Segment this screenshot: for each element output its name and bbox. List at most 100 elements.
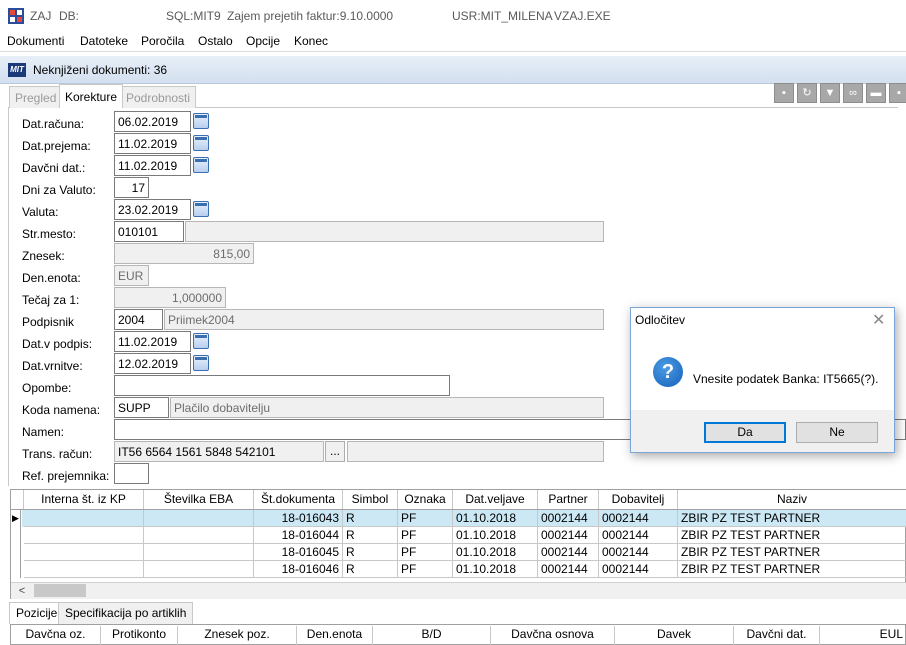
cell-stevilka-eba[interactable] xyxy=(144,544,254,561)
bcol-davcna-osnova[interactable]: Davčna osnova xyxy=(491,626,615,645)
dat-v-podpis-input[interactable]: 11.02.2019 xyxy=(114,331,191,352)
col-dobavitelj[interactable]: Dobavitelj xyxy=(599,490,678,509)
close-icon[interactable]: ✕ xyxy=(872,310,885,330)
menu-ostalo[interactable]: Ostalo xyxy=(198,34,233,48)
col-stevilka-eba[interactable]: Številka EBA xyxy=(144,490,254,509)
cell-interna-st[interactable] xyxy=(24,527,144,544)
cell-partner[interactable]: 0002144 xyxy=(538,544,599,561)
cell-oznaka[interactable]: PF xyxy=(398,544,453,561)
calendar-icon[interactable] xyxy=(193,201,209,217)
bcol-protikonto[interactable]: Protikonto xyxy=(101,626,178,645)
cell-simbol[interactable]: R xyxy=(343,527,398,544)
trans-racun-lookup-button[interactable]: ... xyxy=(325,441,345,462)
koda-namena-input[interactable]: SUPP xyxy=(114,397,169,418)
cell-partner[interactable]: 0002144 xyxy=(538,561,599,578)
document-title: Neknjiženi dokumenti: 36 xyxy=(33,63,168,77)
app-icon[interactable] xyxy=(8,8,24,24)
bcol-davcna-oz[interactable]: Davčna oz. xyxy=(11,626,101,645)
col-interna-st[interactable]: Interna št. iz KP xyxy=(24,490,144,509)
filter-icon[interactable]: ▼ xyxy=(820,83,840,103)
tab-podrobnosti[interactable]: Podrobnosti xyxy=(120,86,197,108)
cell-st-dokumenta[interactable]: 18-016046 xyxy=(254,561,343,578)
menu-datoteke[interactable]: Datoteke xyxy=(80,34,128,48)
cell-oznaka[interactable]: PF xyxy=(398,561,453,578)
tab-korekture[interactable]: Korekture xyxy=(59,84,124,108)
cell-stevilka-eba[interactable] xyxy=(144,510,254,527)
scroll-left-arrow-icon[interactable]: < xyxy=(14,584,30,598)
cell-st-dokumenta[interactable]: 18-016044 xyxy=(254,527,343,544)
menu-dokumenti[interactable]: Dokumenti xyxy=(7,34,64,48)
save-icon[interactable]: ▪ xyxy=(774,83,794,103)
dat-racuna-input[interactable]: 06.02.2019 xyxy=(114,111,191,132)
cell-dobavitelj[interactable]: 0002144 xyxy=(599,561,678,578)
tab-specifikacija[interactable]: Specifikacija po artiklih xyxy=(58,602,194,624)
cell-interna-st[interactable] xyxy=(24,561,144,578)
calendar-icon[interactable] xyxy=(193,333,209,349)
cell-naziv[interactable]: ZBIR PZ TEST PARTNER xyxy=(678,544,906,561)
cell-dat-veljave[interactable]: 01.10.2018 xyxy=(453,544,538,561)
menu-konec[interactable]: Konec xyxy=(294,34,328,48)
calendar-icon[interactable] xyxy=(193,113,209,129)
link-icon[interactable]: ∞ xyxy=(843,83,863,103)
tab-pozicije[interactable]: Pozicije xyxy=(9,602,65,624)
cell-interna-st[interactable] xyxy=(24,510,144,527)
col-partner[interactable]: Partner xyxy=(538,490,599,509)
cell-naziv[interactable]: ZBIR PZ TEST PARTNER xyxy=(678,527,906,544)
calendar-icon[interactable] xyxy=(193,355,209,371)
print-icon[interactable]: ▪ xyxy=(889,83,906,103)
cell-st-dokumenta[interactable]: 18-016043 xyxy=(254,510,343,527)
no-button[interactable]: Ne xyxy=(796,422,878,443)
str-mesto-input[interactable]: 010101 xyxy=(114,221,184,242)
cell-naziv[interactable]: ZBIR PZ TEST PARTNER xyxy=(678,561,906,578)
bcol-davek[interactable]: Davek xyxy=(615,626,734,645)
cell-stevilka-eba[interactable] xyxy=(144,527,254,544)
bcol-bd[interactable]: B/D xyxy=(373,626,491,645)
col-naziv[interactable]: Naziv xyxy=(678,490,906,509)
scroll-thumb[interactable] xyxy=(34,584,86,597)
cell-simbol[interactable]: R xyxy=(343,510,398,527)
cell-dobavitelj[interactable]: 0002144 xyxy=(599,527,678,544)
book-icon[interactable]: ▬ xyxy=(866,83,886,103)
cell-dobavitelj[interactable]: 0002144 xyxy=(599,544,678,561)
tab-pregled[interactable]: Pregled xyxy=(9,86,63,108)
ref-prejemnika-input[interactable] xyxy=(114,463,149,484)
cell-naziv[interactable]: ZBIR PZ TEST PARTNER xyxy=(678,510,906,527)
calendar-icon[interactable] xyxy=(193,157,209,173)
opombe-input[interactable] xyxy=(114,375,450,396)
bcol-den-enota[interactable]: Den.enota xyxy=(297,626,373,645)
valuta-input[interactable]: 23.02.2019 xyxy=(114,199,191,220)
cell-dat-veljave[interactable]: 01.10.2018 xyxy=(453,510,538,527)
cell-dat-veljave[interactable]: 01.10.2018 xyxy=(453,527,538,544)
horizontal-scrollbar[interactable] xyxy=(11,582,906,599)
dat-prejema-input[interactable]: 11.02.2019 xyxy=(114,133,191,154)
cell-stevilka-eba[interactable] xyxy=(144,561,254,578)
bcol-davcni-dat[interactable]: Davčni dat. xyxy=(734,626,820,645)
dni-za-valuto-input[interactable]: 17 xyxy=(114,177,149,198)
dat-vrnitve-input[interactable]: 12.02.2019 xyxy=(114,353,191,374)
col-simbol[interactable]: Simbol xyxy=(343,490,398,509)
cell-simbol[interactable]: R xyxy=(343,544,398,561)
col-dat-veljave[interactable]: Dat.veljave xyxy=(453,490,538,509)
col-st-dokumenta[interactable]: Št.dokumenta xyxy=(254,490,343,509)
calendar-icon[interactable] xyxy=(193,135,209,151)
bcol-znesek-poz[interactable]: Znesek poz. xyxy=(178,626,297,645)
refresh-icon[interactable]: ↻ xyxy=(797,83,817,103)
yes-button[interactable]: Da xyxy=(704,422,786,443)
cell-dobavitelj[interactable]: 0002144 xyxy=(599,510,678,527)
cell-interna-st[interactable] xyxy=(24,544,144,561)
bcol-eul[interactable]: EUL xyxy=(820,626,906,645)
col-oznaka[interactable]: Oznaka xyxy=(398,490,453,509)
cell-dat-veljave[interactable]: 01.10.2018 xyxy=(453,561,538,578)
podpisnik-input[interactable]: 2004 xyxy=(114,309,163,330)
cell-partner[interactable]: 0002144 xyxy=(538,510,599,527)
podpisnik-label: Podpisnik xyxy=(22,315,75,329)
menu-opcije[interactable]: Opcije xyxy=(246,34,280,48)
cell-st-dokumenta[interactable]: 18-016045 xyxy=(254,544,343,561)
menu-porocila[interactable]: Poročila xyxy=(141,34,184,48)
cell-partner[interactable]: 0002144 xyxy=(538,527,599,544)
dni-za-valuto-label: Dni za Valuto: xyxy=(22,183,96,197)
cell-oznaka[interactable]: PF xyxy=(398,527,453,544)
cell-simbol[interactable]: R xyxy=(343,561,398,578)
davcni-dat-input[interactable]: 11.02.2019 xyxy=(114,155,191,176)
cell-oznaka[interactable]: PF xyxy=(398,510,453,527)
